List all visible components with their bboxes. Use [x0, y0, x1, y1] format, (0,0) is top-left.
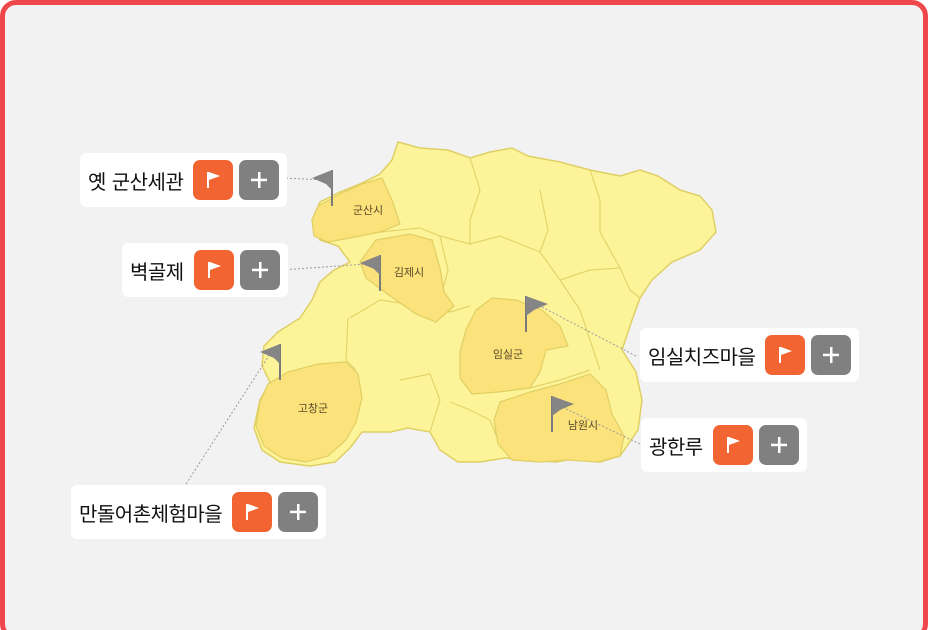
place-callout: 임실치즈마을 — [640, 328, 860, 382]
add-button[interactable] — [278, 492, 319, 532]
add-button[interactable] — [239, 250, 280, 290]
flag-icon — [246, 504, 260, 520]
flag-icon — [207, 172, 221, 188]
flag-icon — [779, 347, 793, 363]
place-name: 벽골제 — [130, 259, 184, 284]
flag-button[interactable] — [765, 335, 806, 375]
region-label-namwon: 남원시 — [568, 419, 598, 432]
plus-icon — [823, 347, 840, 363]
place-callout: 벽골제 — [122, 243, 288, 297]
region-label-gimje: 김제시 — [394, 266, 424, 279]
add-button[interactable] — [239, 160, 280, 200]
plus-icon — [290, 504, 307, 520]
add-button[interactable] — [811, 335, 852, 375]
flag-button[interactable] — [232, 492, 273, 532]
plus-icon — [251, 172, 268, 188]
place-name: 옛 군산세관 — [88, 169, 184, 194]
flag-icon — [207, 262, 221, 278]
place-name: 광한루 — [649, 434, 703, 459]
region-label-gunsan: 군산시 — [353, 204, 383, 217]
flag-button[interactable] — [193, 250, 234, 290]
flag-icon — [726, 437, 740, 453]
region-label-imsil: 임실군 — [493, 348, 523, 361]
place-callout: 옛 군산세관 — [80, 153, 288, 207]
plus-icon — [251, 262, 268, 278]
place-callout: 만돌어촌체험마을 — [71, 485, 327, 539]
flag-button[interactable] — [193, 160, 234, 200]
place-callout: 광한루 — [641, 418, 807, 472]
add-button[interactable] — [758, 425, 799, 465]
flag-button[interactable] — [712, 425, 753, 465]
place-name: 만돌어촌체험마을 — [79, 501, 223, 526]
region-label-gochang: 고창군 — [298, 402, 328, 415]
plus-icon — [770, 437, 787, 453]
place-name: 임실치즈마을 — [648, 344, 756, 369]
